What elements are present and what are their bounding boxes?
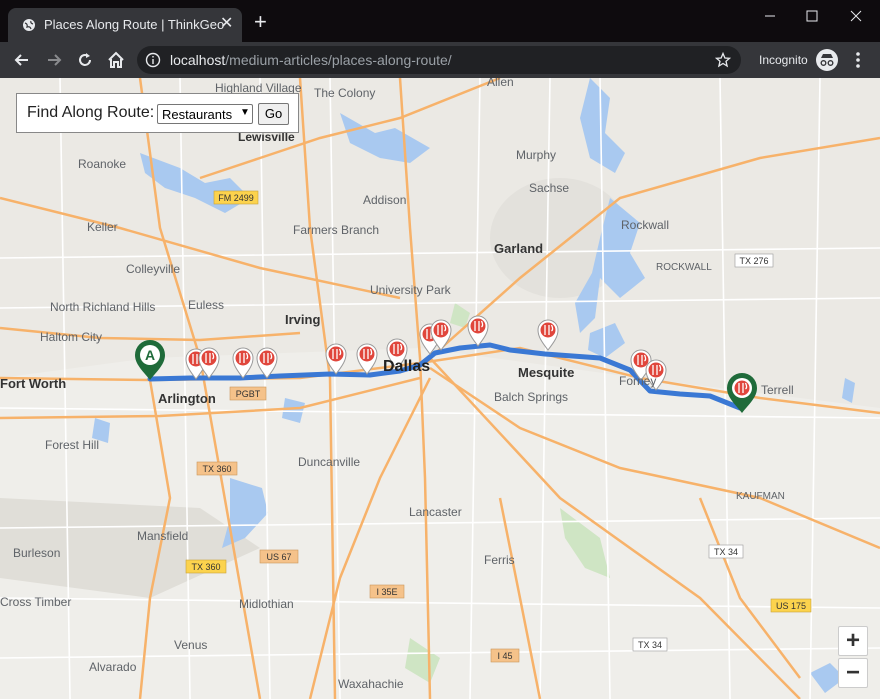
label-venus: Venus [174, 638, 207, 652]
more-menu-icon[interactable] [850, 51, 866, 69]
go-button[interactable]: Go [258, 103, 289, 125]
shield-pgbt: PGBT [236, 389, 261, 399]
chevron-down-icon: ▼ [240, 107, 250, 118]
map-canvas: A Highland Village The Colony Lewisville… [0, 78, 880, 699]
browser-tab[interactable]: Places Along Route | ThinkGeo ✕ [8, 8, 242, 42]
back-arrow-icon[interactable] [12, 50, 32, 70]
label-arlington: Arlington [158, 391, 216, 406]
label-allen: Allen [487, 78, 514, 89]
label-addison: Addison [363, 193, 406, 207]
home-icon[interactable] [106, 50, 126, 70]
label-mesquite: Mesquite [518, 365, 574, 380]
forward-arrow-icon[interactable] [44, 50, 64, 70]
zoom-in-button[interactable]: + [838, 626, 868, 656]
category-select-value: Restaurants [162, 107, 233, 122]
reload-icon[interactable] [75, 50, 95, 70]
label-garland: Garland [494, 241, 543, 256]
label-murphy: Murphy [516, 148, 556, 162]
label-university-park: University Park [370, 283, 452, 297]
map-viewport[interactable]: A Highland Village The Colony Lewisville… [0, 78, 880, 699]
shield-tx34-south: TX 34 [638, 640, 662, 650]
incognito-label: Incognito [759, 53, 808, 67]
minimize-icon[interactable] [760, 6, 780, 26]
shield-tx34-north: TX 34 [714, 547, 738, 557]
label-kaufman: KAUFMAN [736, 491, 785, 502]
label-rockwall-county: ROCKWALL [656, 262, 712, 273]
label-alvarado: Alvarado [89, 660, 137, 674]
label-forest-hill: Forest Hill [45, 438, 99, 452]
shield-us67: US 67 [266, 552, 291, 562]
label-forney: Forney [619, 374, 656, 388]
browser-titlebar: Places Along Route | ThinkGeo ✕ + [0, 0, 880, 42]
find-along-route-panel: Find Along Route: Restaurants ▼ Go [16, 93, 299, 133]
label-north-richland-hills: North Richland Hills [50, 300, 155, 314]
label-balch-springs: Balch Springs [494, 390, 568, 404]
info-icon[interactable] [145, 52, 161, 68]
category-select[interactable]: Restaurants ▼ [157, 104, 253, 124]
address-bar[interactable]: localhost/medium-articles/places-along-r… [137, 46, 741, 74]
shield-us175: US 175 [776, 601, 806, 611]
zoom-out-button[interactable]: − [838, 658, 868, 688]
label-mansfield: Mansfield [137, 529, 188, 543]
label-farmers-branch: Farmers Branch [293, 223, 379, 237]
label-terrell: Terrell [761, 383, 794, 397]
shield-tx276: TX 276 [739, 256, 768, 266]
start-marker-label: A [145, 347, 155, 363]
shield-tx360-south: TX 360 [191, 562, 220, 572]
label-waxahachie: Waxahachie [338, 677, 404, 691]
label-colleyville: Colleyville [126, 262, 180, 276]
label-keller: Keller [87, 220, 118, 234]
label-ferris: Ferris [484, 553, 515, 567]
url-path: /medium-articles/places-along-route/ [225, 52, 452, 68]
label-burleson: Burleson [13, 546, 60, 560]
maximize-icon[interactable] [802, 6, 822, 26]
shield-fm2499: FM 2499 [218, 193, 254, 203]
label-irving: Irving [285, 312, 320, 327]
label-cross-timber: Cross Timber [0, 595, 71, 609]
close-tab-icon[interactable]: ✕ [220, 16, 233, 32]
shield-tx360-north: TX 360 [202, 464, 231, 474]
globe-icon [23, 19, 35, 31]
shield-i45: I 45 [497, 651, 512, 661]
incognito-icon[interactable] [815, 48, 839, 72]
label-roanoke: Roanoke [78, 157, 126, 171]
label-midlothian: Midlothian [239, 597, 294, 611]
bookmark-star-icon[interactable] [715, 52, 731, 68]
label-fort-worth: Fort Worth [0, 376, 66, 391]
label-euless: Euless [188, 298, 224, 312]
label-dallas: Dallas [383, 358, 430, 375]
browser-toolbar: localhost/medium-articles/places-along-r… [0, 42, 880, 78]
label-sachse: Sachse [529, 181, 569, 195]
shield-i35e: I 35E [376, 587, 397, 597]
label-lancaster: Lancaster [409, 505, 462, 519]
label-haltom-city: Haltom City [40, 330, 102, 344]
new-tab-button[interactable]: + [254, 11, 267, 33]
label-rockwall: Rockwall [621, 218, 669, 232]
label-the-colony: The Colony [314, 86, 375, 100]
label-duncanville: Duncanville [298, 455, 360, 469]
close-window-icon[interactable] [846, 6, 866, 26]
url-host: localhost [170, 52, 226, 68]
find-along-route-label: Find Along Route: [27, 104, 155, 121]
tab-title: Places Along Route | ThinkGeo [44, 17, 225, 32]
url-text: localhost/medium-articles/places-along-r… [170, 52, 452, 68]
